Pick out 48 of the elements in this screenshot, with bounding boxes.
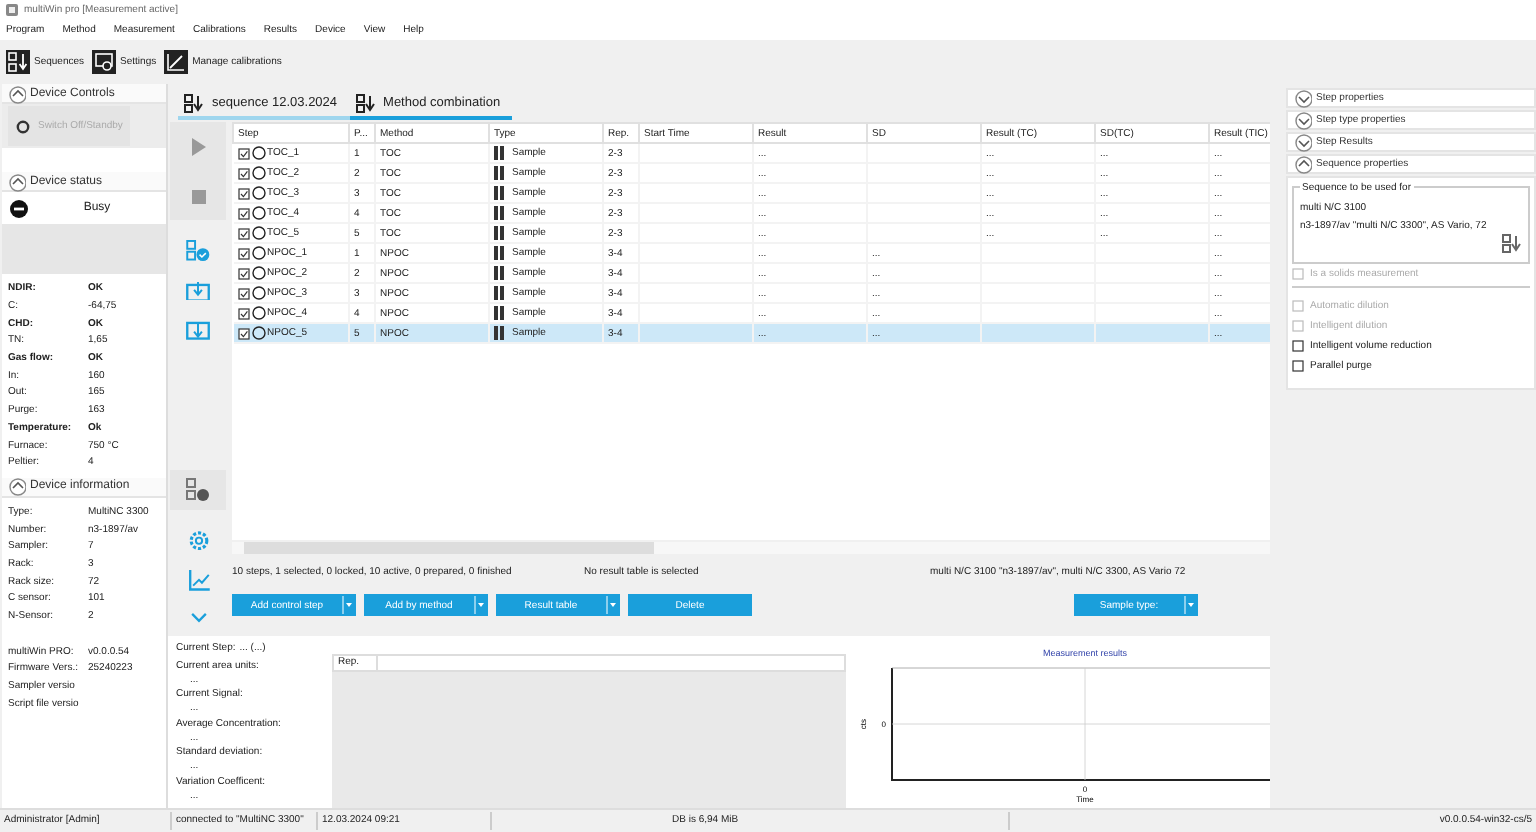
circle-icon [251,286,265,300]
chart-icon [164,50,189,74]
list-check-icon[interactable] [186,239,210,262]
circle-icon [251,306,265,320]
checkbox[interactable] [237,207,249,219]
import-icon[interactable] [186,320,210,341]
import-icon[interactable] [186,281,210,301]
list-arrow-icon [184,93,204,113]
collapse-icon[interactable] [6,83,26,103]
checkbox[interactable] [237,287,249,299]
circle-icon [251,186,265,200]
circle-icon [251,146,265,160]
circle-icon [251,246,265,260]
list-arrow-icon [355,93,376,113]
checkbox[interactable] [237,307,249,319]
expand-icon[interactable] [1292,132,1312,152]
busy-icon [10,199,28,217]
circle-icon [251,226,265,240]
checkbox[interactable] [237,247,249,259]
caret-icon[interactable] [342,594,356,616]
checkbox[interactable] [237,147,249,159]
circle-icon [251,266,265,280]
checkbox[interactable] [237,327,249,339]
caret-icon[interactable] [1184,594,1198,616]
checkbox[interactable] [237,167,249,179]
scroll-thumb[interactable] [244,542,654,554]
power-ring-icon [16,119,30,133]
settings-icon [92,50,117,74]
chevron-down-icon[interactable] [189,612,207,625]
app-icon [6,4,18,16]
checkbox[interactable] [237,267,249,279]
circle-icon [251,206,265,220]
horizontal-scrollbar[interactable] [232,542,1270,554]
circle-icon [251,166,265,180]
checkbox[interactable] [1292,360,1304,372]
caret-icon[interactable] [474,594,488,616]
collapse-icon[interactable] [1292,154,1312,174]
chart-icon[interactable] [187,570,209,593]
collapse-icon[interactable] [6,171,26,191]
caret-icon[interactable] [606,594,620,616]
checkbox[interactable] [1292,340,1304,352]
checkbox[interactable] [237,187,249,199]
circle-icon [251,326,265,340]
expand-icon[interactable] [1292,110,1312,130]
checkbox[interactable] [237,227,249,239]
expand-icon[interactable] [1292,88,1312,108]
settings-icon[interactable] [187,529,209,551]
collapse-icon[interactable] [6,476,26,497]
